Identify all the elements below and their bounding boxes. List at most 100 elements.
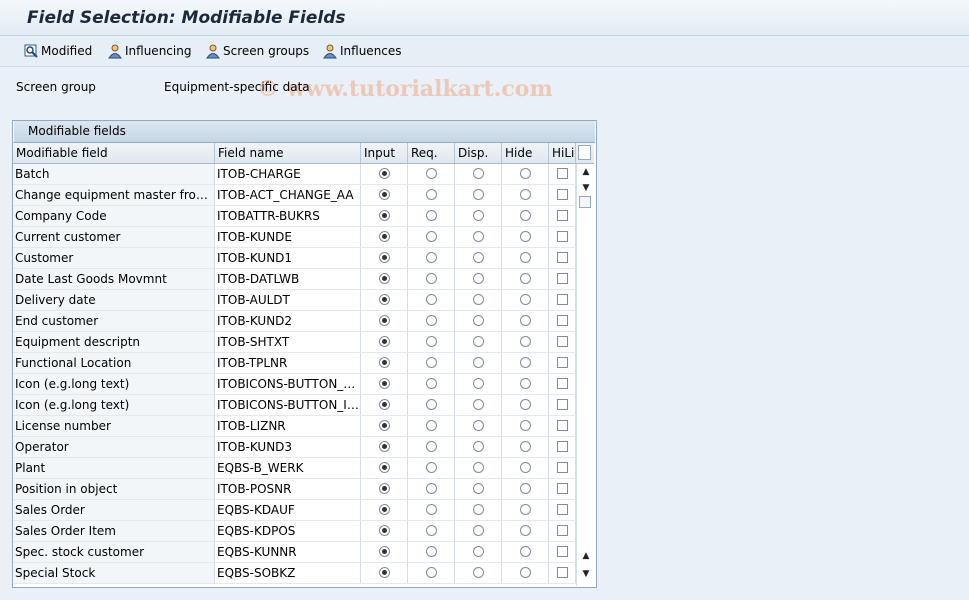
disp-radio[interactable] — [473, 399, 484, 410]
scroll-page-down-icon[interactable]: ▼ — [580, 568, 592, 580]
hili-checkbox[interactable] — [557, 546, 568, 557]
hili-checkbox[interactable] — [557, 315, 568, 326]
hide-radio[interactable] — [520, 336, 531, 347]
hili-checkbox[interactable] — [557, 399, 568, 410]
hide-radio[interactable] — [520, 483, 531, 494]
req-radio[interactable] — [426, 315, 437, 326]
input-radio[interactable] — [379, 315, 390, 326]
column-header-modifiable-field[interactable]: Modifiable field — [13, 143, 215, 163]
disp-radio[interactable] — [473, 210, 484, 221]
hide-radio[interactable] — [520, 378, 531, 389]
hili-checkbox[interactable] — [557, 378, 568, 389]
table-row[interactable]: Sales Order Item EQBS-KDPOS — [13, 521, 576, 542]
hili-checkbox[interactable] — [557, 189, 568, 200]
req-radio[interactable] — [426, 189, 437, 200]
scroll-page-up-icon[interactable]: ▲ — [580, 550, 592, 562]
hide-radio[interactable] — [520, 441, 531, 452]
input-radio[interactable] — [379, 441, 390, 452]
hide-radio[interactable] — [520, 567, 531, 578]
disp-radio[interactable] — [473, 483, 484, 494]
input-radio[interactable] — [379, 210, 390, 221]
hili-checkbox[interactable] — [557, 567, 568, 578]
hili-checkbox[interactable] — [557, 252, 568, 263]
hili-checkbox[interactable] — [557, 504, 568, 515]
scroll-up-icon[interactable]: ▲ — [580, 166, 592, 178]
hide-radio[interactable] — [520, 252, 531, 263]
hili-checkbox[interactable] — [557, 168, 568, 179]
disp-radio[interactable] — [473, 252, 484, 263]
disp-radio[interactable] — [473, 189, 484, 200]
table-row[interactable]: Date Last Goods Movmnt ITOB-DATLWB — [13, 269, 576, 290]
disp-radio[interactable] — [473, 567, 484, 578]
table-row[interactable]: Sales Order EQBS-KDAUF — [13, 500, 576, 521]
hili-checkbox[interactable] — [557, 483, 568, 494]
hili-checkbox[interactable] — [557, 525, 568, 536]
table-row[interactable]: Special Stock EQBS-SOBKZ — [13, 563, 576, 584]
req-radio[interactable] — [426, 357, 437, 368]
influences-button[interactable]: Influences — [322, 42, 402, 60]
table-row[interactable]: Operator ITOB-KUND3 — [13, 437, 576, 458]
input-radio[interactable] — [379, 420, 390, 431]
req-radio[interactable] — [426, 336, 437, 347]
input-radio[interactable] — [379, 336, 390, 347]
hili-checkbox[interactable] — [557, 441, 568, 452]
hili-checkbox[interactable] — [557, 336, 568, 347]
table-row[interactable]: Position in object ITOB-POSNR — [13, 479, 576, 500]
input-radio[interactable] — [379, 294, 390, 305]
table-row[interactable]: Icon (e.g.long text) ITOBICONS-BUTTON_LG.… — [13, 374, 576, 395]
req-radio[interactable] — [426, 462, 437, 473]
req-radio[interactable] — [426, 294, 437, 305]
disp-radio[interactable] — [473, 168, 484, 179]
table-row[interactable]: Current customer ITOB-KUNDE — [13, 227, 576, 248]
hide-radio[interactable] — [520, 231, 531, 242]
hide-radio[interactable] — [520, 357, 531, 368]
disp-radio[interactable] — [473, 294, 484, 305]
table-row[interactable]: Spec. stock customer EQBS-KUNNR — [13, 542, 576, 563]
input-radio[interactable] — [379, 189, 390, 200]
scrollbar-thumb[interactable] — [579, 196, 591, 208]
table-row[interactable]: Customer ITOB-KUND1 — [13, 248, 576, 269]
column-header-hide[interactable]: Hide — [502, 143, 549, 163]
input-radio[interactable] — [379, 567, 390, 578]
hide-radio[interactable] — [520, 294, 531, 305]
req-radio[interactable] — [426, 567, 437, 578]
disp-radio[interactable] — [473, 525, 484, 536]
hili-checkbox[interactable] — [557, 294, 568, 305]
table-row[interactable]: Plant EQBS-B_WERK — [13, 458, 576, 479]
input-radio[interactable] — [379, 546, 390, 557]
modified-button[interactable]: Modified — [23, 42, 92, 60]
table-row[interactable]: Functional Location ITOB-TPLNR — [13, 353, 576, 374]
req-radio[interactable] — [426, 378, 437, 389]
disp-radio[interactable] — [473, 378, 484, 389]
input-radio[interactable] — [379, 399, 390, 410]
input-radio[interactable] — [379, 504, 390, 515]
hide-radio[interactable] — [520, 168, 531, 179]
hili-checkbox[interactable] — [557, 273, 568, 284]
hili-checkbox[interactable] — [557, 231, 568, 242]
hide-radio[interactable] — [520, 504, 531, 515]
disp-radio[interactable] — [473, 420, 484, 431]
input-radio[interactable] — [379, 231, 390, 242]
hide-radio[interactable] — [520, 273, 531, 284]
table-row[interactable]: Icon (e.g.long text) ITOBICONS-BUTTON_IN.… — [13, 395, 576, 416]
disp-radio[interactable] — [473, 273, 484, 284]
table-row[interactable]: License number ITOB-LIZNR — [13, 416, 576, 437]
req-radio[interactable] — [426, 441, 437, 452]
screen-groups-button[interactable]: Screen groups — [205, 42, 309, 60]
table-row[interactable]: Delivery date ITOB-AULDT — [13, 290, 576, 311]
vertical-scrollbar[interactable]: ▲ ▼ ▲ ▼ — [576, 164, 595, 586]
table-row[interactable]: End customer ITOB-KUND2 — [13, 311, 576, 332]
req-radio[interactable] — [426, 483, 437, 494]
table-row[interactable]: Batch ITOB-CHARGE — [13, 164, 576, 185]
hili-checkbox[interactable] — [557, 357, 568, 368]
hide-radio[interactable] — [520, 210, 531, 221]
input-radio[interactable] — [379, 168, 390, 179]
column-header-req[interactable]: Req. — [408, 143, 455, 163]
req-radio[interactable] — [426, 399, 437, 410]
column-header-input[interactable]: Input — [361, 143, 408, 163]
influencing-button[interactable]: Influencing — [107, 42, 191, 60]
table-row[interactable]: Equipment descriptn ITOB-SHTXT — [13, 332, 576, 353]
disp-radio[interactable] — [473, 315, 484, 326]
disp-radio[interactable] — [473, 546, 484, 557]
input-radio[interactable] — [379, 462, 390, 473]
